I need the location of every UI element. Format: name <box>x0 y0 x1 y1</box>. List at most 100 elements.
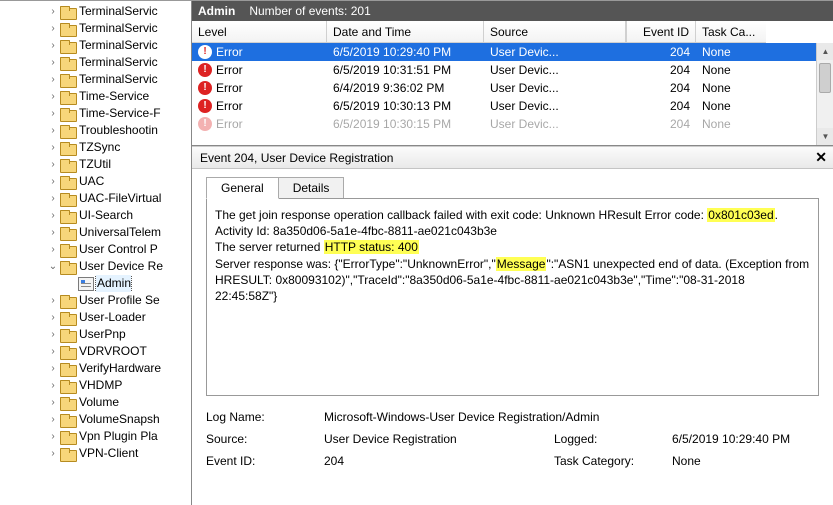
tree-item[interactable]: ›Time-Service <box>4 88 191 105</box>
chevron-right-icon[interactable]: › <box>46 173 60 190</box>
folder-icon <box>60 260 76 274</box>
col-taskcat[interactable]: Task Ca... <box>696 21 766 43</box>
cell-eventid: 204 <box>626 115 696 133</box>
chevron-right-icon[interactable]: › <box>46 394 60 411</box>
tree-item-label: Troubleshootin <box>78 122 158 139</box>
tree-item-label: TerminalServic <box>78 37 158 54</box>
tree-item[interactable]: ›UI-Search <box>4 207 191 224</box>
detail-tabs: General Details <box>206 177 833 199</box>
chevron-right-icon[interactable]: › <box>46 241 60 258</box>
cell-source: User Devic... <box>484 61 626 79</box>
tree-item[interactable]: ›User Profile Se <box>4 292 191 309</box>
col-datetime[interactable]: Date and Time <box>327 21 484 43</box>
tree-item[interactable]: ›Volume <box>4 394 191 411</box>
tree-item-label: UserPnp <box>78 326 126 343</box>
event-message[interactable]: The get join response operation callback… <box>206 198 819 396</box>
col-source[interactable]: Source <box>484 21 626 43</box>
chevron-right-icon[interactable]: › <box>46 224 60 241</box>
tree-item[interactable]: ›UniversalTelem <box>4 224 191 241</box>
chevron-right-icon[interactable]: › <box>46 20 60 37</box>
tree-item[interactable]: ›Vpn Plugin Pla <box>4 428 191 445</box>
tree-item[interactable]: ›VHDMP <box>4 377 191 394</box>
folder-icon <box>60 5 76 19</box>
scroll-up-icon[interactable]: ▲ <box>817 43 833 60</box>
tree-item[interactable]: › TerminalServic <box>4 37 191 54</box>
chevron-right-icon[interactable]: › <box>46 190 60 207</box>
chevron-right-icon[interactable]: › <box>46 326 60 343</box>
table-row[interactable]: !Error6/5/2019 10:30:13 PMUser Devic...2… <box>192 97 833 115</box>
table-row[interactable]: !Error6/5/2019 10:30:15 PMUser Devic...2… <box>192 115 833 133</box>
folder-icon <box>60 39 76 53</box>
cell-eventid: 204 <box>626 61 696 79</box>
folder-icon <box>60 158 76 172</box>
chevron-right-icon[interactable]: › <box>46 88 60 105</box>
tree-item-label: UAC-FileVirtual <box>78 190 161 207</box>
tree-panel[interactable]: ›TerminalServic›TerminalServic›TerminalS… <box>0 1 192 505</box>
chevron-right-icon[interactable]: › <box>46 360 60 377</box>
chevron-right-icon[interactable]: › <box>46 207 60 224</box>
tree-item[interactable]: › Troubleshootin <box>4 122 191 139</box>
table-row[interactable]: !Error6/4/2019 9:36:02 PMUser Devic...20… <box>192 79 833 97</box>
chevron-right-icon[interactable]: › <box>46 309 60 326</box>
cell-level: Error <box>216 79 243 97</box>
tree-item-label: VolumeSnapsh <box>78 411 160 428</box>
chevron-right-icon[interactable]: › <box>46 105 60 122</box>
close-icon[interactable]: ✕ <box>815 149 827 166</box>
tree-item[interactable]: ›User Control P <box>4 241 191 258</box>
tree-item[interactable]: ›TerminalServic <box>4 71 191 88</box>
chevron-down-icon[interactable]: ⌄ <box>46 258 60 275</box>
tree-item[interactable]: ›TZUtil <box>4 156 191 173</box>
list-header-bar: Admin Number of events: 201 <box>192 1 833 21</box>
chevron-right-icon[interactable]: › <box>46 411 60 428</box>
tree-item[interactable]: ›TerminalServic <box>4 3 191 20</box>
tree-item[interactable]: › VolumeSnapsh <box>4 411 191 428</box>
prop-logname-value: Microsoft-Windows-User Device Registrati… <box>324 410 599 424</box>
list-scrollbar[interactable]: ▲ ▼ <box>816 43 833 145</box>
tree-item-label: VPN-Client <box>78 445 138 462</box>
tree-item[interactable]: › UserPnp <box>4 326 191 343</box>
chevron-right-icon[interactable]: › <box>46 54 60 71</box>
tree-item[interactable]: ›TZSync <box>4 139 191 156</box>
msg-text: The server returned <box>215 240 324 254</box>
tree-item[interactable]: › UAC-FileVirtual <box>4 190 191 207</box>
cell-taskcat: None <box>696 79 766 97</box>
tree-item[interactable]: ›Time-Service-F <box>4 105 191 122</box>
scroll-thumb[interactable] <box>819 63 831 93</box>
tree-item[interactable]: ›UAC <box>4 173 191 190</box>
folder-icon <box>60 379 76 393</box>
chevron-right-icon[interactable]: › <box>46 71 60 88</box>
chevron-right-icon[interactable]: › <box>46 445 60 462</box>
chevron-right-icon[interactable]: › <box>46 37 60 54</box>
chevron-right-icon[interactable]: › <box>46 3 60 20</box>
cell-datetime: 6/5/2019 10:31:51 PM <box>327 61 484 79</box>
folder-icon <box>60 226 76 240</box>
table-row[interactable]: !Error6/5/2019 10:29:40 PMUser Devic...2… <box>192 43 833 61</box>
prop-logged-label: Logged: <box>554 432 672 446</box>
tab-general[interactable]: General <box>206 177 279 199</box>
folder-icon <box>60 192 76 206</box>
col-eventid[interactable]: Event ID <box>626 21 696 43</box>
chevron-right-icon[interactable]: › <box>46 377 60 394</box>
cell-source: User Devic... <box>484 79 626 97</box>
chevron-right-icon[interactable]: › <box>46 122 60 139</box>
tree-item[interactable]: ›VerifyHardware <box>4 360 191 377</box>
chevron-right-icon[interactable]: › <box>46 156 60 173</box>
chevron-right-icon[interactable]: › <box>46 428 60 445</box>
table-row[interactable]: !Error6/5/2019 10:31:51 PMUser Devic...2… <box>192 61 833 79</box>
tree-item[interactable]: ›TerminalServic <box>4 54 191 71</box>
col-level[interactable]: Level <box>192 21 327 43</box>
tree-item[interactable]: ›User-Loader <box>4 309 191 326</box>
chevron-right-icon[interactable]: › <box>46 139 60 156</box>
tree-item[interactable]: ⌄User Device Re <box>4 258 191 275</box>
tab-details[interactable]: Details <box>278 177 345 199</box>
tree-item[interactable]: › VPN-Client <box>4 445 191 462</box>
tree-item[interactable]: ›VDRVROOT <box>4 343 191 360</box>
chevron-right-icon[interactable]: › <box>46 292 60 309</box>
header-count: Number of events: 201 <box>249 4 370 18</box>
prop-eventid-label: Event ID: <box>206 454 324 468</box>
scroll-down-icon[interactable]: ▼ <box>817 128 833 145</box>
tree-item[interactable]: ›TerminalServic <box>4 20 191 37</box>
cell-datetime: 6/5/2019 10:30:15 PM <box>327 115 484 133</box>
tree-item-admin[interactable]: ›Admin <box>4 275 191 292</box>
chevron-right-icon[interactable]: › <box>46 343 60 360</box>
